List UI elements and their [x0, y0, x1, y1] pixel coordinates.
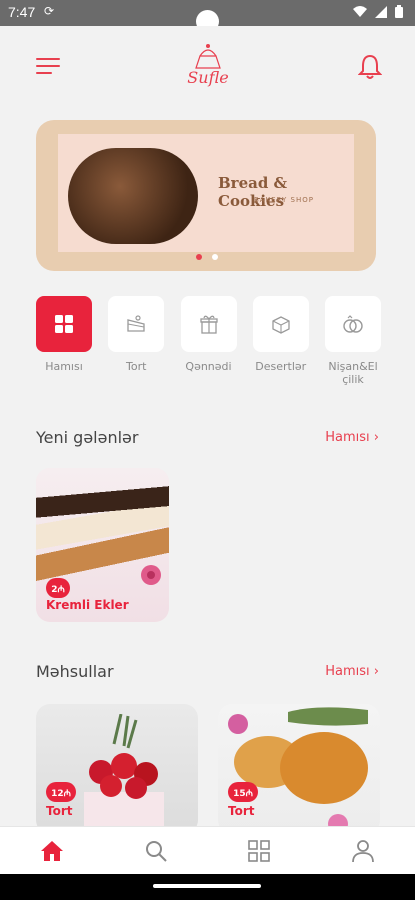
banner-dot-active[interactable] [196, 254, 202, 260]
flower-decoration-icon [141, 565, 161, 585]
new-arrivals-title: Yeni gələnlər [36, 428, 139, 447]
bottom-navigation [0, 826, 415, 874]
categories-grid-icon [248, 839, 271, 862]
category-label: Desertlər [255, 360, 307, 373]
category-desserts[interactable]: Desertlər [252, 296, 309, 386]
gesture-bar[interactable] [153, 884, 261, 888]
category-engagement[interactable]: Nişan&El çilik [325, 296, 381, 386]
product-card-cake-1[interactable]: 12₼ Tort [36, 704, 198, 834]
category-all-box[interactable] [36, 296, 92, 352]
banner-title: Bread & Cookies [218, 174, 288, 210]
category-engagement-box[interactable] [325, 296, 381, 352]
banner-card: Bread & Cookies BAKERY SHOP [58, 134, 354, 252]
category-label: Tort [126, 360, 147, 373]
category-cake-box[interactable] [108, 296, 165, 352]
product-name: Kremli Ekler [46, 598, 129, 612]
grid-icon [55, 315, 73, 333]
sync-icon: ⟳ [44, 4, 55, 18]
promo-banner[interactable]: Bread & Cookies BAKERY SHOP [36, 120, 376, 271]
price-badge: 2₼ [46, 578, 70, 598]
signal-icon [375, 5, 387, 18]
price-badge: 12₼ [46, 782, 76, 802]
search-icon [145, 840, 167, 862]
product-card-cake-2[interactable]: 15₼ Tort [218, 704, 380, 834]
bell-icon[interactable] [358, 54, 382, 80]
product-name: Tort [46, 804, 73, 818]
dessert-box-icon [272, 316, 290, 334]
gift-box-icon [199, 315, 218, 334]
nav-profile[interactable] [311, 827, 415, 874]
price-badge: 15₼ [228, 782, 258, 802]
cake-slice-icon [127, 315, 145, 332]
battery-icon [395, 5, 403, 18]
user-icon [352, 839, 375, 862]
logo: Sufle [178, 38, 238, 102]
rings-icon [343, 315, 363, 333]
banner-subtitle: BAKERY SHOP [254, 196, 314, 204]
rose-cake-image [84, 714, 164, 834]
products-see-all-link[interactable]: Hamısı › [325, 664, 379, 679]
home-icon [40, 840, 63, 861]
app-screen: Sufle Bread & Cookies BAKERY SHOP Hamısı [0, 26, 415, 874]
category-desserts-box[interactable] [252, 296, 309, 352]
category-list: Hamısı Tort Qənnədi Desertlər Nişan&El ç… [36, 296, 381, 386]
new-arrivals-see-all-link[interactable]: Hamısı › [325, 430, 379, 445]
category-confectionery[interactable]: Qənnədi [180, 296, 237, 386]
category-label: Nişan&El çilik [328, 360, 378, 386]
nav-search[interactable] [104, 827, 208, 874]
status-bar: 7:47 ⟳ [0, 0, 415, 33]
category-cake[interactable]: Tort [108, 296, 165, 386]
logo-text: Sufle [187, 68, 229, 87]
status-time: 7:47 [8, 4, 36, 20]
products-title: Məhsullar [36, 662, 114, 681]
banner-dot[interactable] [212, 254, 218, 260]
category-all[interactable]: Hamısı [36, 296, 92, 386]
nav-home[interactable] [0, 827, 104, 874]
status-icons [353, 5, 403, 18]
category-label: Hamısı [45, 360, 83, 373]
banner-pagination [196, 254, 218, 260]
menu-icon[interactable] [36, 58, 60, 76]
product-card-kremli-ekler[interactable]: 2₼ Kremli Ekler [36, 468, 169, 622]
product-name: Tort [228, 804, 255, 818]
category-confectionery-box[interactable] [180, 296, 237, 352]
wifi-icon [353, 5, 367, 17]
nav-categories[interactable] [208, 827, 312, 874]
banner-cupcakes-image [68, 148, 198, 244]
category-label: Qənnədi [185, 360, 232, 373]
